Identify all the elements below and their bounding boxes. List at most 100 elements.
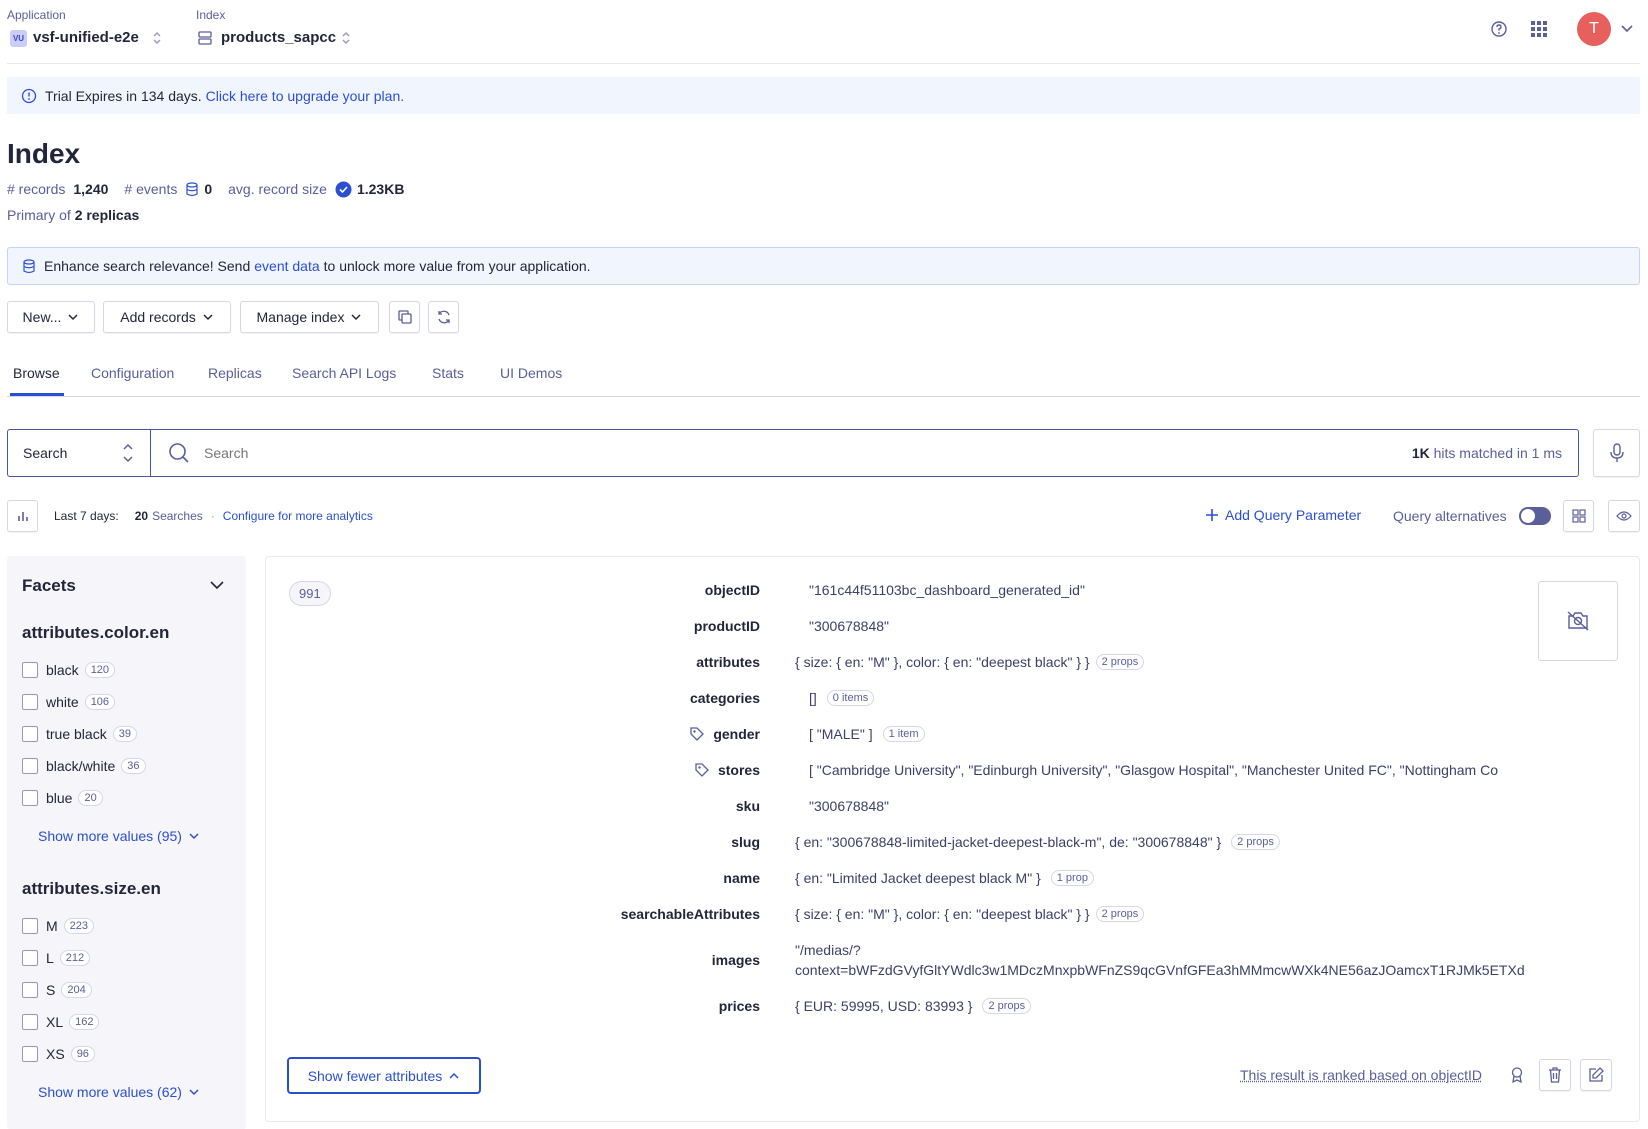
events-value: 0 (204, 181, 213, 197)
index-selector[interactable]: Index products_sapcc (196, 6, 366, 50)
facet-item-count: 120 (84, 662, 116, 678)
delete-record-button[interactable] (1539, 1059, 1571, 1091)
chevron-down-icon[interactable] (209, 578, 225, 592)
application-selector[interactable]: Application VU vsf-unified-e2e (7, 6, 172, 50)
facet-item[interactable]: S 204 (22, 982, 92, 998)
header-divider (7, 63, 1640, 64)
configure-analytics-link[interactable]: Configure for more analytics (223, 509, 373, 523)
refresh-button[interactable] (428, 301, 459, 333)
props-badge: 2 props (1095, 654, 1145, 670)
facet-item-count: 96 (70, 1046, 95, 1062)
grid-icon (1571, 509, 1586, 523)
attribute-value[interactable]: { EUR: 59995, USD: 83993 } 2 props (795, 998, 1032, 1014)
edit-record-button[interactable] (1580, 1059, 1612, 1091)
query-alternatives-label: Query alternatives (1393, 508, 1507, 524)
analytics-separator: · (210, 509, 215, 523)
facet-group-title: attributes.color.en (22, 623, 170, 642)
upgrade-link[interactable]: Click here to upgrade your plan. (206, 88, 404, 104)
facet-item-count: 106 (84, 694, 116, 710)
check-circle-icon (335, 181, 352, 197)
attribute-value[interactable]: { en: "300678848-limited-jacket-deepest-… (795, 834, 1280, 850)
checkbox[interactable] (22, 694, 38, 710)
attribute-key: stores (694, 762, 760, 778)
tab-stats[interactable]: Stats (432, 365, 464, 381)
tab-search-api-logs[interactable]: Search API Logs (292, 365, 396, 381)
checkbox[interactable] (22, 982, 38, 998)
attribute-value[interactable]: { size: { en: "M" }, color: { en: "deepe… (795, 906, 1145, 922)
tab-replicas[interactable]: Replicas (208, 365, 262, 381)
attribute-key: sku (735, 798, 760, 814)
facet-item-label: XS (46, 1046, 65, 1062)
attribute-key: slug (731, 834, 760, 850)
facet-item-label: M (46, 918, 58, 934)
image-off-icon (1567, 611, 1589, 631)
user-menu[interactable]: T (1577, 12, 1639, 46)
grid-view-button[interactable] (1563, 500, 1594, 532)
facet-item[interactable]: XS 96 (22, 1046, 95, 1062)
tab-browse[interactable]: Browse (13, 365, 60, 381)
checkbox[interactable] (22, 790, 38, 806)
copy-index-button[interactable] (389, 301, 420, 333)
show-more-button[interactable]: Show more values (95) (38, 828, 200, 844)
add-records-button[interactable]: Add records (103, 301, 231, 333)
analytics-button[interactable] (7, 500, 38, 532)
checkbox[interactable] (22, 918, 38, 934)
facet-item[interactable]: blue 20 (22, 790, 103, 806)
add-records-label: Add records (120, 309, 196, 325)
show-more-button[interactable]: Show more values (62) (38, 1084, 200, 1100)
facet-item-count: 36 (121, 758, 146, 774)
checkbox[interactable] (22, 1046, 38, 1062)
voice-search-button[interactable] (1593, 429, 1640, 477)
facet-item[interactable]: M 223 (22, 918, 95, 934)
help-icon[interactable] (1490, 20, 1508, 38)
attribute-value[interactable]: [ "MALE" ] 1 item (809, 726, 925, 742)
preview-button[interactable] (1608, 500, 1640, 532)
index-value: products_sapcc (221, 29, 337, 46)
attribute-value[interactable]: { en: "Limited Jacket deepest black M" }… (795, 870, 1094, 886)
facets-title: Facets (22, 576, 76, 595)
manage-index-button[interactable]: Manage index (240, 301, 379, 333)
apps-grid-icon[interactable] (1530, 20, 1548, 38)
trial-banner: Trial Expires in 134 days. Click here to… (7, 77, 1640, 114)
attribute-value: "300678848" (809, 618, 890, 634)
attribute-value[interactable]: [] 0 items (809, 690, 875, 706)
search-mode-select[interactable]: Search (8, 430, 151, 476)
attribute-value: "300678848" (809, 798, 890, 814)
attribute-key: gender (689, 726, 760, 742)
ranking-explanation-link[interactable]: This result is ranked based on objectID (1240, 1067, 1482, 1083)
checkbox[interactable] (22, 950, 38, 966)
checkbox[interactable] (22, 758, 38, 774)
facet-item[interactable]: L 212 (22, 950, 91, 966)
attribute-value[interactable]: { size: { en: "M" }, color: { en: "deepe… (795, 654, 1145, 670)
facet-item[interactable]: black 120 (22, 662, 116, 678)
search-input[interactable] (204, 438, 1104, 468)
checkbox[interactable] (22, 662, 38, 678)
copy-icon (397, 310, 412, 324)
replicas-link[interactable]: 2 replicas (75, 207, 140, 223)
analytics-count-label: Searches (152, 509, 203, 523)
chevron-down-icon (351, 314, 361, 321)
query-alternatives-toggle[interactable] (1519, 507, 1551, 525)
add-query-parameter-button[interactable]: Add Query Parameter (1205, 507, 1361, 523)
event-data-link[interactable]: event data (254, 258, 319, 274)
bar-chart-icon (17, 512, 28, 521)
facet-item[interactable]: black/white 36 (22, 758, 146, 774)
checkbox[interactable] (22, 1014, 38, 1030)
search-bar: Search 1K hits matched in 1 ms (7, 429, 1579, 477)
facet-item[interactable]: true black 39 (22, 726, 137, 742)
tab-configuration[interactable]: Configuration (91, 365, 174, 381)
facet-item[interactable]: XL 162 (22, 1014, 100, 1030)
add-query-parameter-label: Add Query Parameter (1225, 507, 1362, 523)
attribute-value: "161c44f51103bc_dashboard_generated_id" (809, 582, 1085, 598)
tag-icon (690, 727, 705, 741)
facet-item[interactable]: white 106 (22, 694, 116, 710)
attribute-value: [ "Cambridge University", "Edinburgh Uni… (809, 762, 1498, 778)
checkbox[interactable] (22, 726, 38, 742)
tab-ui-demos[interactable]: UI Demos (500, 365, 562, 381)
analytics-summary: Last 7 days: 20 Searches · Configure for… (54, 509, 373, 523)
records-label: # records (7, 181, 66, 197)
show-fewer-attributes-button[interactable]: Show fewer attributes (287, 1057, 481, 1094)
avg-size-label: avg. record size (228, 181, 327, 197)
new-button[interactable]: New... (7, 301, 95, 333)
award-icon[interactable] (1509, 1066, 1525, 1084)
